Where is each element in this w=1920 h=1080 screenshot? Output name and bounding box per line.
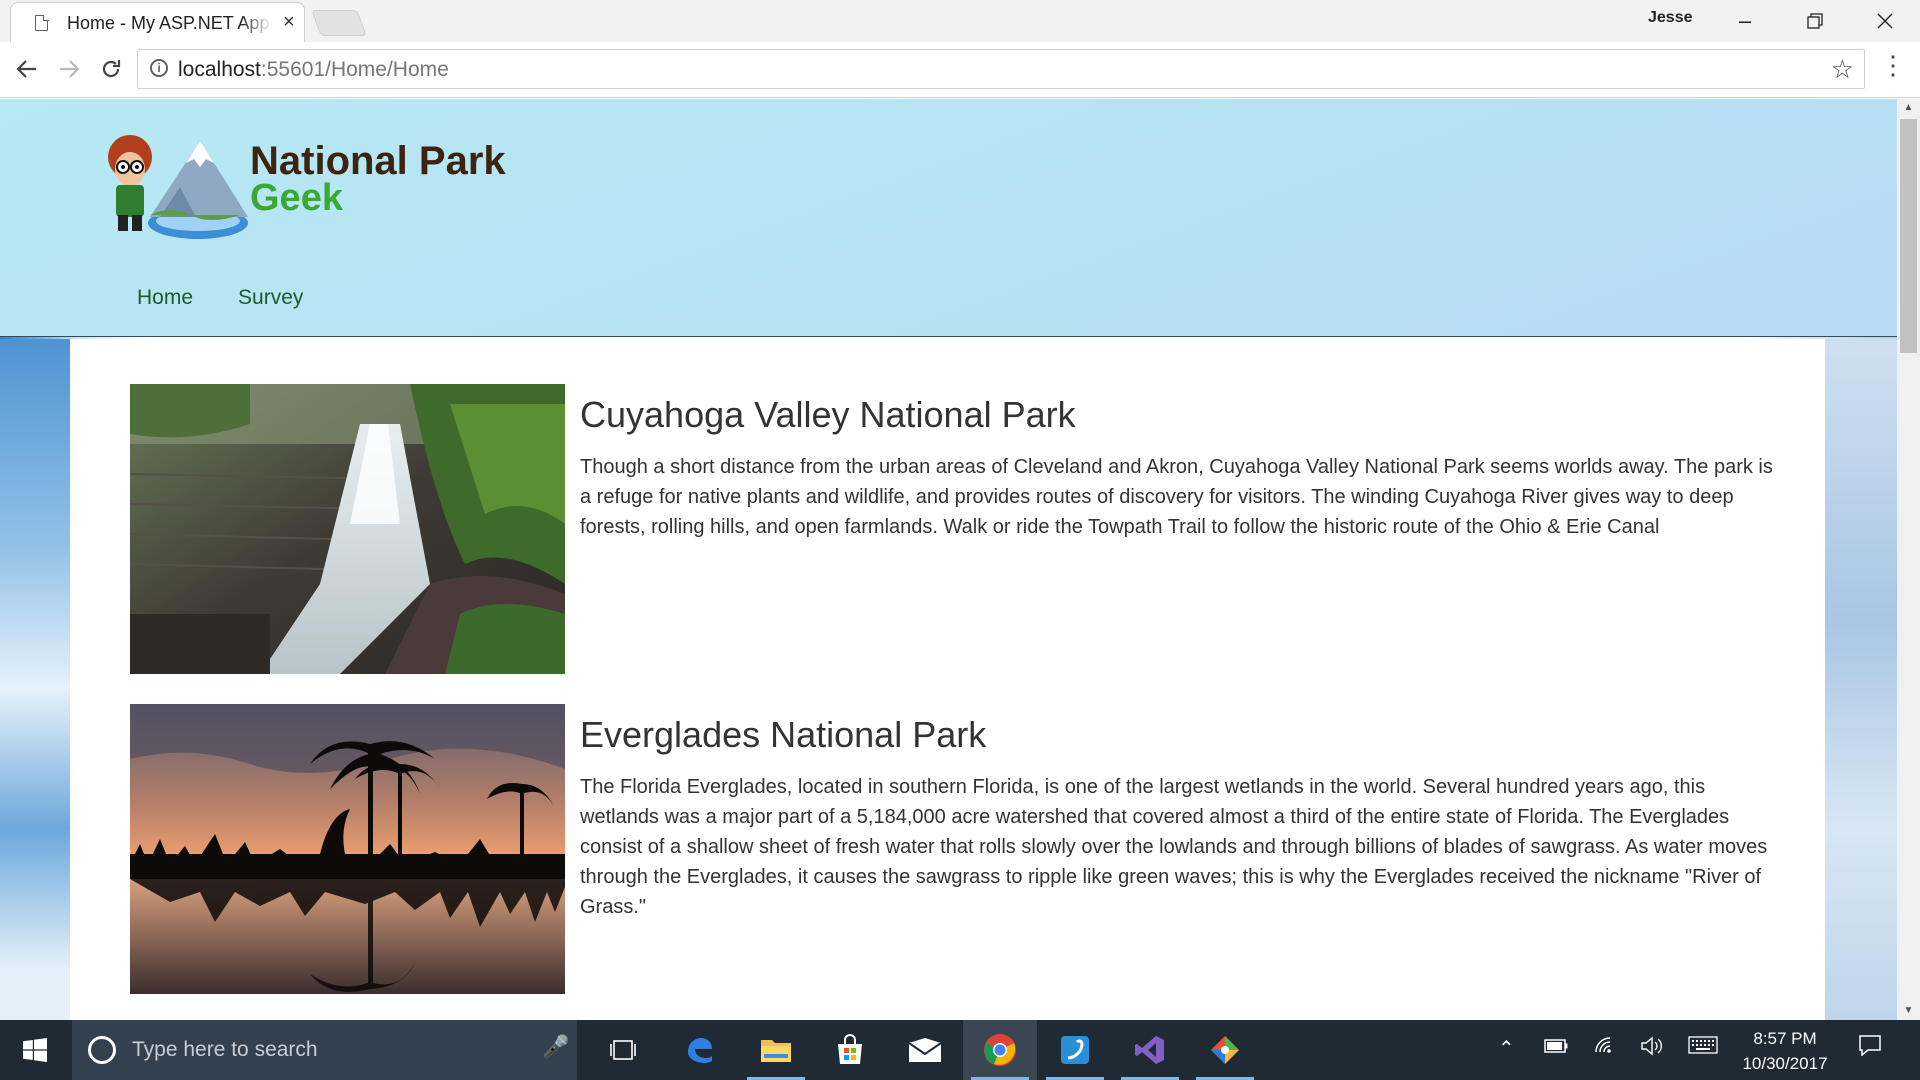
arrow-right-icon — [60, 60, 80, 78]
keyboard-icon[interactable] — [1688, 1036, 1718, 1060]
url-text[interactable]: localhost:55601/Home/Home — [178, 58, 449, 82]
site-header: National Park Geek Home Survey — [0, 99, 1897, 337]
page-icon — [35, 14, 49, 31]
reload-button[interactable] — [94, 52, 128, 86]
background-sky-left — [0, 339, 70, 1020]
forward-button[interactable] — [52, 52, 86, 86]
notifications-icon[interactable] — [1858, 1034, 1882, 1063]
close-window-icon[interactable] — [1850, 0, 1920, 42]
park-photo-sunset[interactable] — [130, 704, 565, 994]
new-tab-button[interactable] — [311, 10, 367, 36]
menu-dots-icon[interactable]: ⋮ — [1880, 50, 1906, 81]
volume-icon[interactable] — [1640, 1036, 1664, 1062]
nav-link-home[interactable]: Home — [137, 286, 193, 310]
taskbar-search[interactable]: Type here to search 🎤 — [72, 1020, 577, 1080]
clock-date: 10/30/2017 — [1742, 1054, 1828, 1073]
park-name: Everglades National Park — [580, 714, 987, 755]
gitkraken-icon[interactable] — [1188, 1020, 1262, 1080]
browser-tab[interactable]: Home - My ASP.NET App × — [10, 2, 305, 42]
windows-logo-icon — [23, 1038, 47, 1062]
park-card: Cuyahoga Valley National Park Though a s… — [130, 384, 1780, 674]
restore-icon[interactable] — [1780, 0, 1850, 42]
close-tab-icon[interactable]: × — [283, 11, 295, 34]
scroll-thumb[interactable] — [1900, 119, 1917, 353]
edge-browser-icon[interactable] — [663, 1020, 737, 1080]
park-description: Though a short distance from the urban a… — [580, 456, 1773, 538]
address-bar[interactable]: i localhost:55601/Home/Home ☆ — [137, 49, 1865, 89]
info-icon[interactable]: i — [150, 59, 168, 77]
scroll-down-arrow-icon[interactable]: ▼ — [1897, 1002, 1920, 1020]
minimize-icon[interactable]: – — [1710, 0, 1780, 42]
geek-mascot-icon — [108, 135, 248, 239]
page-viewport: National Park Geek Home Survey Cuyahoga … — [0, 99, 1897, 1020]
park-card: Everglades National Park The Florida Eve… — [130, 704, 1780, 994]
site-logo[interactable]: National Park Geek — [100, 129, 520, 244]
cortana-icon[interactable] — [88, 1036, 116, 1064]
scroll-up-arrow-icon[interactable]: ▲ — [1897, 99, 1920, 117]
clock-time: 8:57 PM — [1753, 1029, 1817, 1048]
park-name: Cuyahoga Valley National Park — [580, 394, 1076, 435]
nav-link-survey[interactable]: Survey — [238, 286, 303, 310]
start-button[interactable] — [0, 1020, 70, 1080]
chevron-up-icon[interactable]: ⌃ — [1498, 1036, 1515, 1061]
browser-toolbar: i localhost:55601/Home/Home ☆ ⋮ — [0, 42, 1920, 98]
park-photo-waterfall[interactable] — [130, 384, 565, 674]
battery-icon[interactable] — [1544, 1036, 1568, 1059]
site-nav: Home Survey — [137, 286, 303, 310]
wifi-icon[interactable] — [1594, 1036, 1616, 1060]
browser-tab-strip: Home - My ASP.NET App × Jesse – — [0, 0, 1920, 42]
back-button[interactable] — [10, 52, 44, 86]
profile-name[interactable]: Jesse — [1648, 9, 1693, 27]
page-scrollbar[interactable]: ▲ ▼ — [1897, 99, 1920, 1020]
search-placeholder: Type here to search — [132, 1038, 318, 1061]
arrow-left-icon — [16, 60, 36, 78]
reload-icon — [102, 60, 121, 78]
park-description: The Florida Everglades, located in south… — [580, 776, 1768, 918]
chrome-icon[interactable] — [963, 1020, 1037, 1080]
file-explorer-icon[interactable] — [739, 1020, 813, 1080]
windows-taskbar: Type here to search 🎤 ⌃ 8:57 PM 10/30/20… — [0, 1020, 1920, 1080]
store-icon[interactable] — [813, 1020, 887, 1080]
background-sky-right — [1825, 339, 1897, 1020]
park-list: Cuyahoga Valley National Park Though a s… — [70, 339, 1825, 1020]
task-view-icon[interactable] — [586, 1020, 660, 1080]
bookmark-star-icon[interactable]: ☆ — [1831, 54, 1854, 85]
tab-title: Home - My ASP.NET App — [67, 13, 270, 33]
logo-title-line2: Geek — [250, 177, 343, 219]
app-blue-icon[interactable] — [1038, 1020, 1112, 1080]
mail-icon[interactable] — [888, 1020, 962, 1080]
system-clock[interactable]: 8:57 PM 10/30/2017 — [1730, 1026, 1840, 1076]
microphone-icon[interactable]: 🎤 — [542, 1034, 569, 1060]
visual-studio-icon[interactable] — [1113, 1020, 1187, 1080]
